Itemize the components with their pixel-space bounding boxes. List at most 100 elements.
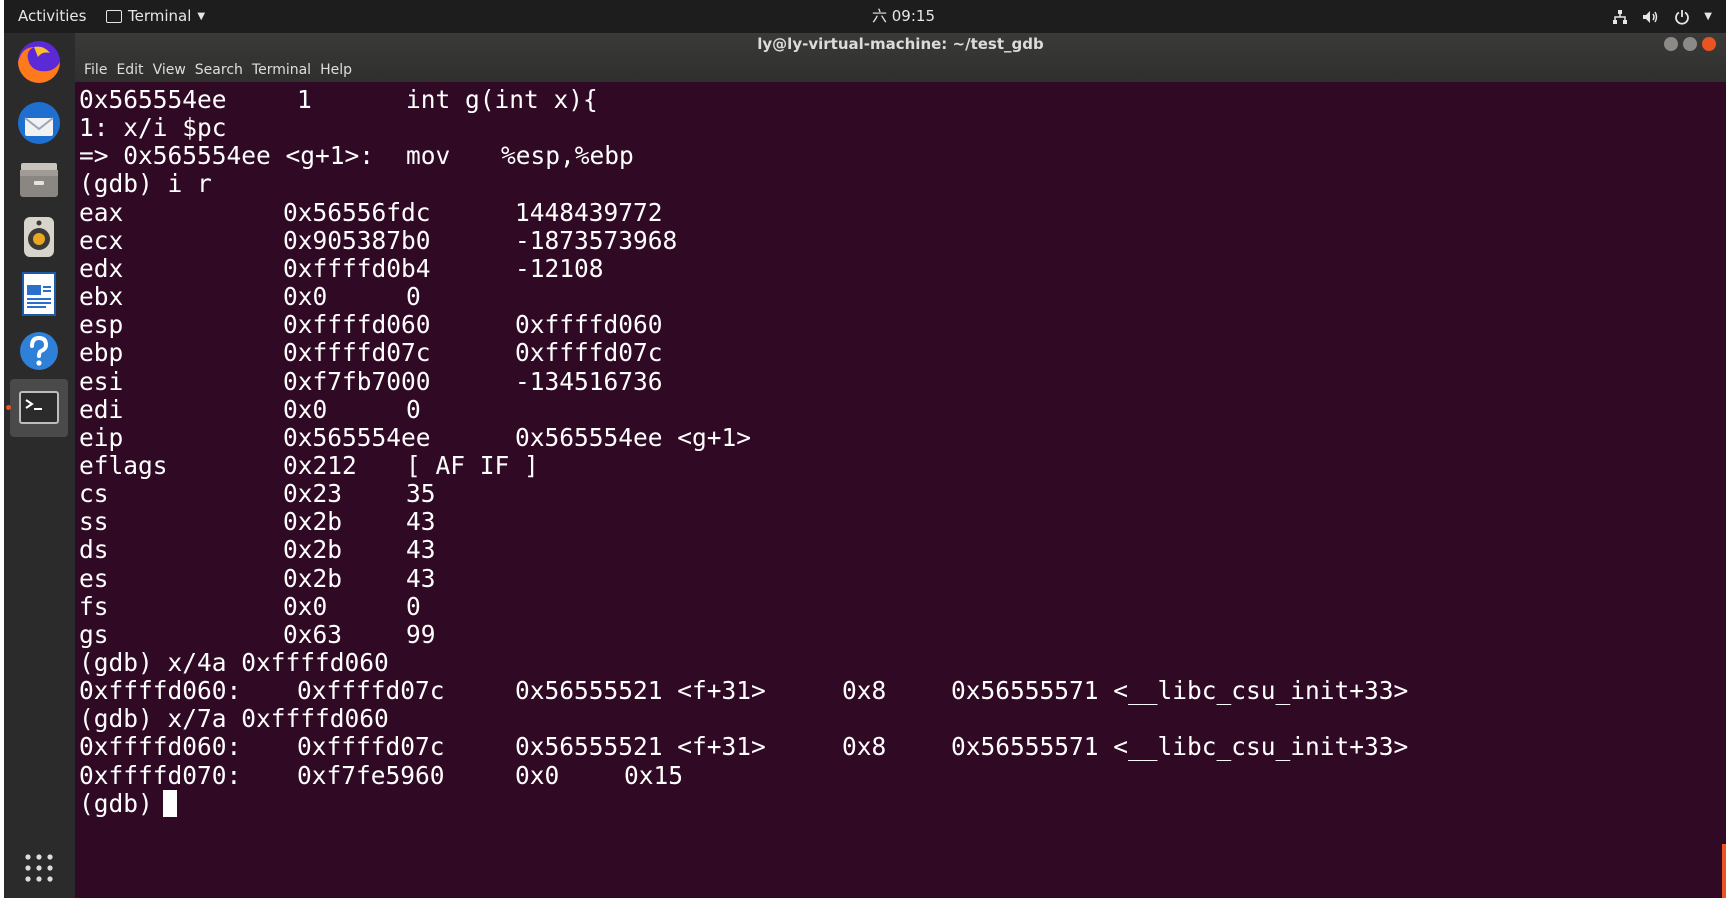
terminal-cell: int g(int x){	[406, 85, 598, 114]
menu-terminal[interactable]: Terminal	[252, 59, 311, 81]
terminal-line: 1: x/i $pc	[79, 112, 1719, 143]
terminal-cell: 0x0	[515, 760, 560, 790]
clock[interactable]: 六 09:15	[872, 0, 935, 33]
terminal-cell: 43	[406, 535, 436, 565]
terminal-line: gs 0x63 99	[79, 619, 1719, 650]
dock-item-writer[interactable]	[10, 265, 68, 323]
terminal-cell: cs	[79, 479, 109, 509]
terminal-cell: 0x8	[842, 676, 887, 706]
menu-bar: File Edit View Search Terminal Help	[75, 59, 352, 81]
terminal-cell: 0x56555521 <f+31>	[515, 676, 766, 706]
window-titlebar[interactable]: ly@ly-virtual-machine: ~/test_gdb File Ed…	[75, 33, 1726, 82]
terminal-cell: (gdb) x/7a 0xffffd060	[79, 704, 389, 734]
terminal-cell: 0xffffd070:	[79, 760, 242, 790]
terminal-cell: 0xffffd07c	[297, 676, 445, 706]
dock	[4, 33, 75, 898]
files-icon	[20, 163, 58, 197]
terminal-cell: 1	[297, 85, 312, 114]
network-icon[interactable]	[1612, 9, 1628, 25]
terminal-cell: 0x565554ee	[79, 85, 227, 114]
terminal-line: eip 0x565554ee 0x565554ee <g+1>	[79, 422, 1719, 453]
dock-item-help[interactable]	[10, 322, 68, 380]
terminal-line: es 0x2b 43	[79, 563, 1719, 594]
terminal-cell: 0xffffd060:	[79, 732, 242, 762]
menu-edit[interactable]: Edit	[116, 59, 143, 81]
terminal-cell: fs	[79, 591, 109, 621]
terminal-line: (gdb) i r	[79, 168, 1719, 199]
terminal-cell: ebx	[79, 282, 124, 312]
terminal-cell: 0	[406, 394, 421, 424]
menu-search[interactable]: Search	[195, 59, 243, 81]
terminal-cell: 0x212	[283, 450, 357, 480]
terminal-line: eflags 0x212 [ AF IF ]	[79, 450, 1719, 481]
terminal-cell: edi	[79, 394, 124, 424]
show-applications-icon	[25, 854, 53, 882]
terminal-line: 0xffffd070: 0xf7fe5960 0x0 0x15	[79, 760, 1719, 791]
activities-button[interactable]: Activities	[18, 0, 86, 33]
terminal-cell: 99	[406, 619, 436, 649]
terminal-cell: 0x2b	[283, 563, 343, 593]
terminal-cell: esp	[79, 310, 124, 340]
volume-icon[interactable]	[1642, 9, 1660, 25]
terminal-cell: es	[79, 563, 109, 593]
power-icon[interactable]	[1674, 9, 1690, 25]
terminal-line: esi 0xf7fb7000 -134516736	[79, 366, 1719, 397]
rhythmbox-icon	[24, 217, 54, 257]
terminal-line: ebp 0xffffd07c 0xffffd07c	[79, 337, 1719, 368]
terminal-output[interactable]: 0x565554ee 1 int g(int x){ 1: x/i $pc => 0x5…	[75, 82, 1726, 898]
menu-file[interactable]: File	[84, 59, 107, 81]
app-menu[interactable]: Terminal ▼	[106, 0, 205, 33]
libreoffice-writer-icon	[22, 272, 56, 316]
window-title: ly@ly-virtual-machine: ~/test_gdb	[757, 35, 1044, 53]
terminal-cell: ecx	[79, 225, 124, 255]
dock-item-files[interactable]	[10, 151, 68, 209]
show-applications-button[interactable]	[10, 845, 68, 897]
terminal-cell: ds	[79, 535, 109, 565]
menu-help[interactable]: Help	[320, 59, 352, 81]
terminal-cell: 0	[406, 282, 421, 312]
terminal-cell: 0x2b	[283, 507, 343, 537]
terminal-small-icon	[106, 10, 122, 23]
terminal-cell: 0x56556fdc	[283, 197, 431, 227]
firefox-icon	[18, 41, 60, 83]
terminal-cell: %esp,%ebp	[501, 141, 634, 171]
dock-item-thunderbird[interactable]	[10, 94, 68, 152]
terminal-cell: ss	[79, 507, 109, 537]
minimize-icon[interactable]	[1664, 37, 1678, 51]
terminal-line: esp 0xffffd060 0xffffd060	[79, 309, 1719, 340]
terminal-cell: -12108	[515, 253, 604, 283]
terminal-cell: 0x2b	[283, 535, 343, 565]
terminal-cell: 0xf7fe5960	[297, 760, 445, 790]
scrollbar-indicator[interactable]	[1722, 844, 1726, 898]
maximize-icon[interactable]	[1683, 37, 1697, 51]
system-tray[interactable]: ▼	[1612, 0, 1712, 33]
terminal-cell: 0x0	[283, 282, 328, 312]
dock-item-terminal[interactable]	[10, 379, 68, 437]
terminal-cell: 0x0	[283, 394, 328, 424]
terminal-cell: 0xffffd060	[283, 310, 431, 340]
terminal-cell: gs	[79, 619, 109, 649]
dock-item-rhythmbox[interactable]	[10, 208, 68, 266]
terminal-cell: 1: x/i $pc	[79, 113, 227, 143]
close-icon[interactable]	[1702, 37, 1716, 51]
terminal-line: 0xffffd060: 0xffffd07c 0x56555521 <f+31> 0x…	[79, 675, 1719, 706]
terminal-line: fs 0x0 0	[79, 591, 1719, 622]
terminal-line: edi 0x0 0	[79, 394, 1719, 425]
terminal-cell: 0x63	[283, 619, 343, 649]
terminal-line: (gdb)	[79, 788, 1719, 819]
terminal-cell: mov	[406, 141, 451, 171]
terminal-cell: esi	[79, 366, 124, 396]
terminal-cell: -1873573968	[515, 225, 678, 255]
terminal-cell: => 0x565554ee <g+1>:	[79, 141, 375, 171]
terminal-cell: 0x565554ee	[283, 422, 431, 452]
menu-view[interactable]: View	[153, 59, 186, 81]
terminal-cell: eax	[79, 197, 124, 227]
terminal-cell: 0x23	[283, 479, 343, 509]
terminal-cell: eip	[79, 422, 124, 452]
running-indicator	[6, 405, 11, 410]
terminal-cell: 0x0	[283, 591, 328, 621]
dock-item-firefox[interactable]	[10, 33, 68, 91]
terminal-cell: 0xffffd07c	[297, 732, 445, 762]
terminal-line: => 0x565554ee <g+1>: mov %esp,%ebp	[79, 140, 1719, 171]
terminal-line: ds 0x2b 43	[79, 534, 1719, 565]
